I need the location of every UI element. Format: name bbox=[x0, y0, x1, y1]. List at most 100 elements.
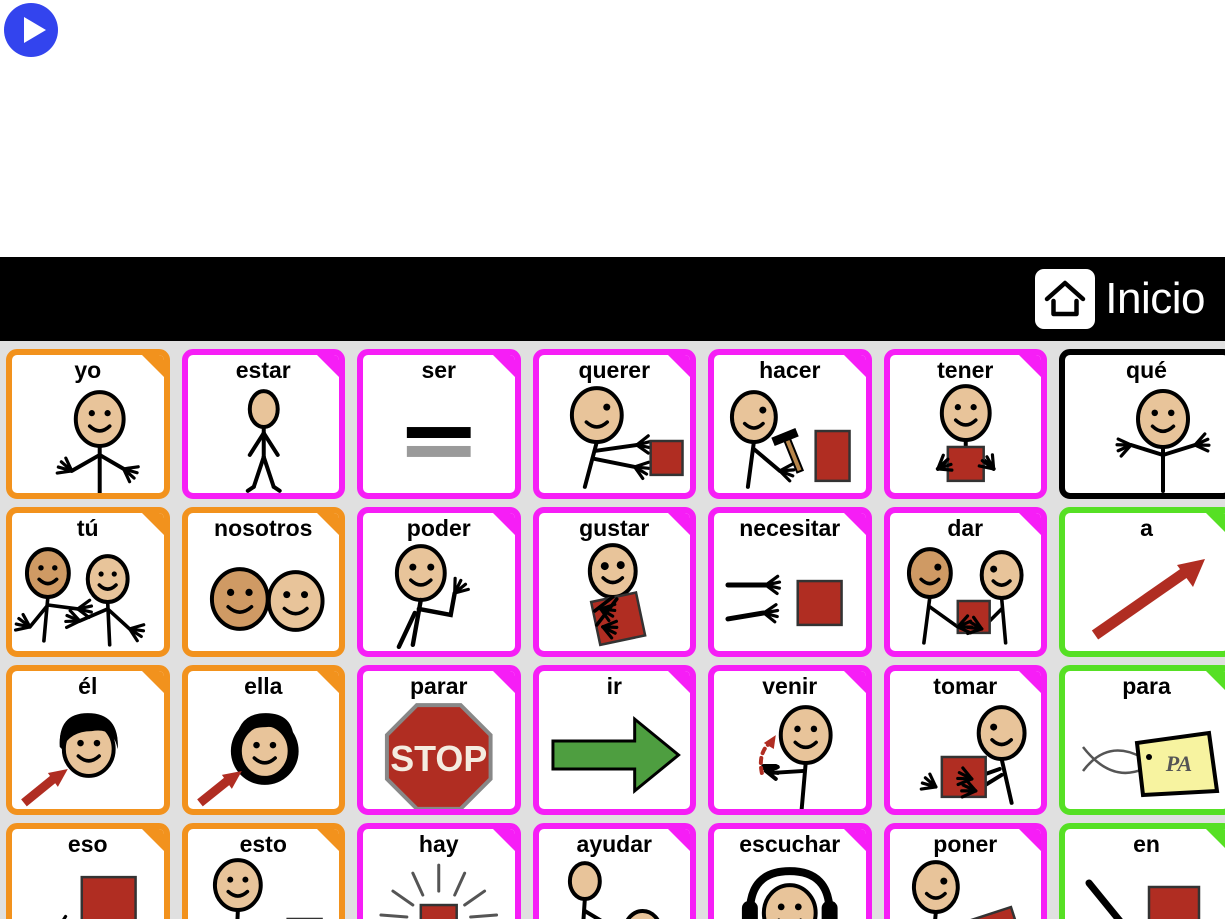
grid-cell: hacer bbox=[702, 345, 878, 503]
girl-face-arrow-icon bbox=[188, 703, 340, 807]
svg-text:STOP: STOP bbox=[390, 739, 487, 779]
symbol-card-poder[interactable]: poder bbox=[357, 507, 521, 657]
symbol-card-gustar[interactable]: gustar bbox=[532, 507, 696, 657]
hands-reaching-object-icon bbox=[714, 545, 866, 649]
person-hammering-icon bbox=[714, 387, 866, 491]
grid-cell: gustar bbox=[527, 503, 703, 661]
grid-cell: poner bbox=[878, 819, 1054, 919]
grid-cell: ayudar bbox=[527, 819, 703, 919]
stop-sign-icon: STOP bbox=[363, 703, 515, 809]
symbol-card-ir[interactable]: ir bbox=[532, 665, 696, 815]
symbol-card-qu[interactable]: qué bbox=[1059, 349, 1225, 499]
symbol-card-label: a bbox=[1140, 515, 1153, 541]
grid-cell: estar bbox=[176, 345, 352, 503]
symbol-card-label: poner bbox=[933, 831, 998, 857]
symbol-card-necesitar[interactable]: necesitar bbox=[708, 507, 872, 657]
symbol-card-tener[interactable]: tener bbox=[883, 349, 1047, 499]
two-faces-icon bbox=[188, 545, 340, 649]
person-reaching-object-icon bbox=[539, 386, 691, 491]
grid-cell: ella bbox=[176, 661, 352, 819]
symbol-card-label: para bbox=[1122, 673, 1171, 699]
symbol-card-en[interactable]: en bbox=[1059, 823, 1225, 919]
object-in-place-icon bbox=[1065, 861, 1225, 919]
person-flexing-icon bbox=[363, 544, 515, 650]
home-button[interactable]: Inicio bbox=[1035, 269, 1205, 329]
symbol-card-label: venir bbox=[762, 673, 818, 699]
person-shrugging-icon bbox=[1065, 387, 1225, 493]
symbol-card-estar[interactable]: estar bbox=[181, 349, 345, 499]
symbol-card-querer[interactable]: querer bbox=[532, 349, 696, 499]
person-pointing-near-object-icon bbox=[188, 858, 340, 919]
symbol-card-escuchar[interactable]: escuchar bbox=[708, 823, 872, 919]
symbol-card-label: esto bbox=[239, 831, 287, 857]
grid-cell: tú bbox=[0, 503, 176, 661]
symbol-card-label: dar bbox=[947, 515, 984, 541]
symbol-card-label: ella bbox=[244, 673, 283, 699]
symbol-card-l[interactable]: él bbox=[6, 665, 170, 815]
symbol-grid: yo estar ser querer hacer tener qué tú n… bbox=[0, 341, 1225, 919]
symbol-card-hacer[interactable]: hacer bbox=[708, 349, 872, 499]
symbol-card-label: ir bbox=[606, 673, 622, 699]
symbol-card-yo[interactable]: yo bbox=[6, 349, 170, 499]
symbol-card-label: ser bbox=[421, 357, 457, 383]
symbol-card-label: hacer bbox=[759, 357, 821, 383]
symbol-card-dar[interactable]: dar bbox=[883, 507, 1047, 657]
symbol-card-t[interactable]: tú bbox=[6, 507, 170, 657]
equals-bars-icon bbox=[363, 387, 515, 491]
symbol-card-label: qué bbox=[1126, 357, 1167, 383]
symbol-card-poner[interactable]: poner bbox=[883, 823, 1047, 919]
symbol-card-tomar[interactable]: tomar bbox=[883, 665, 1047, 815]
arrow-right-green-icon bbox=[539, 703, 691, 807]
symbol-card-parar[interactable]: parar STOP bbox=[357, 665, 521, 815]
person-giving-object-icon bbox=[890, 545, 1042, 649]
grid-cell: ser bbox=[351, 345, 527, 503]
person-helping-icon bbox=[539, 861, 691, 919]
person-hugging-object-icon bbox=[539, 543, 691, 649]
play-icon bbox=[23, 17, 46, 43]
pointing-far-object-icon bbox=[12, 861, 164, 919]
symbol-card-ella[interactable]: ella bbox=[181, 665, 345, 815]
symbol-card-venir[interactable]: venir bbox=[708, 665, 872, 815]
person-pointing-self-icon bbox=[12, 387, 164, 493]
symbol-card-label: ayudar bbox=[576, 831, 652, 857]
grid-cell: poder bbox=[351, 503, 527, 661]
grid-cell: dar bbox=[878, 503, 1054, 661]
symbol-card-label: parar bbox=[409, 673, 468, 699]
grid-cell: qué bbox=[1053, 345, 1225, 503]
symbol-card-hay[interactable]: hay bbox=[357, 823, 521, 919]
grid-cell: parar STOP bbox=[351, 661, 527, 819]
grid-cell: él bbox=[0, 661, 176, 819]
grid-cell: a bbox=[1053, 503, 1225, 661]
symbol-card-ser[interactable]: ser bbox=[357, 349, 521, 499]
symbol-card-label: yo bbox=[74, 357, 102, 383]
grid-cell: venir bbox=[702, 661, 878, 819]
play-button[interactable] bbox=[4, 3, 58, 57]
message-window[interactable] bbox=[0, 0, 1225, 256]
grid-cell: querer bbox=[527, 345, 703, 503]
home-icon bbox=[1035, 269, 1096, 329]
symbol-card-para[interactable]: para PA bbox=[1059, 665, 1225, 815]
symbol-card-label: hay bbox=[418, 831, 459, 857]
symbol-card-label: poder bbox=[406, 515, 471, 541]
symbol-card-label: tener bbox=[937, 357, 994, 383]
symbol-card-label: tú bbox=[76, 515, 99, 541]
grid-cell: nosotros bbox=[176, 503, 352, 661]
paper-note-icon: PA bbox=[1065, 703, 1225, 807]
person-holding-object-icon bbox=[890, 384, 1042, 491]
symbol-card-label: en bbox=[1133, 831, 1160, 857]
symbol-card-ayudar[interactable]: ayudar bbox=[532, 823, 696, 919]
symbol-card-nosotros[interactable]: nosotros bbox=[181, 507, 345, 657]
symbol-card-eso[interactable]: eso bbox=[6, 823, 170, 919]
symbol-card-a[interactable]: a bbox=[1059, 507, 1225, 657]
symbol-card-label: nosotros bbox=[214, 515, 313, 541]
grid-cell: ir bbox=[527, 661, 703, 819]
person-headphones-icon bbox=[714, 861, 866, 919]
object-shining-icon bbox=[363, 861, 515, 919]
grid-cell: en bbox=[1053, 819, 1225, 919]
person-taking-object-icon bbox=[890, 703, 1042, 807]
symbol-card-label: necesitar bbox=[739, 515, 841, 541]
person-placing-object-icon bbox=[890, 860, 1042, 919]
symbol-card-label: estar bbox=[235, 357, 291, 383]
grid-cell: escuchar bbox=[702, 819, 878, 919]
symbol-card-esto[interactable]: esto bbox=[181, 823, 345, 919]
